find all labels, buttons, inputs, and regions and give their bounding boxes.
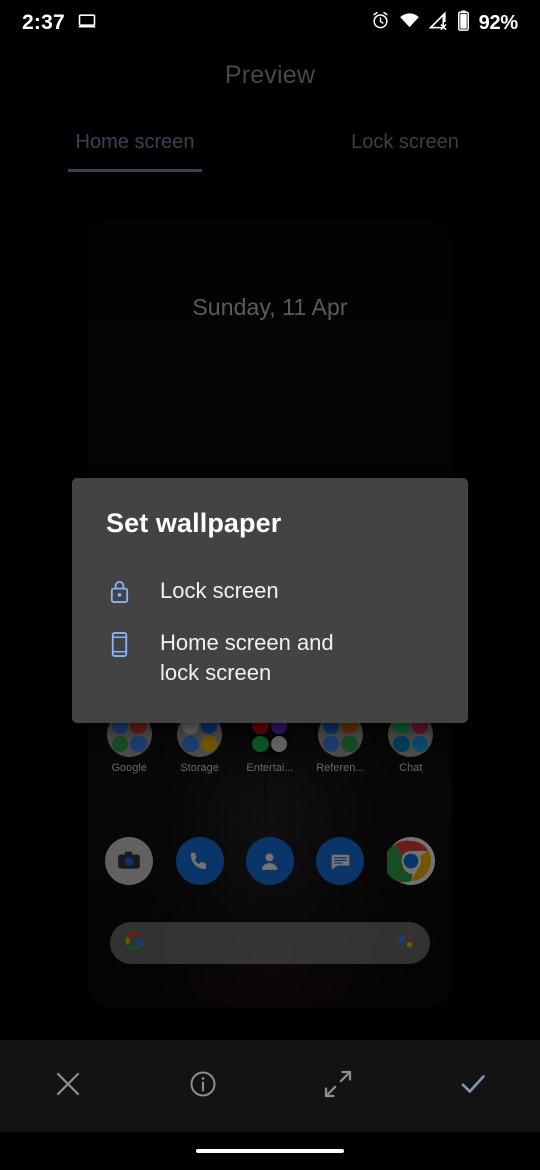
dialog-option-lock-screen[interactable]: Lock screen: [72, 565, 468, 617]
alarm-icon: [371, 11, 390, 35]
gesture-nav-bar: [0, 1132, 540, 1170]
dialog-option-label: Home screen and lock screen: [160, 630, 334, 685]
set-wallpaper-dialog: Set wallpaper Lock screen Home screen an…: [72, 478, 468, 723]
wifi-icon: [399, 11, 420, 35]
status-bar-right: 92%: [371, 10, 518, 36]
status-bar-left: 2:37: [22, 11, 97, 36]
nav-home-pill[interactable]: [196, 1149, 344, 1153]
phone-icon: [106, 628, 132, 658]
close-button[interactable]: [0, 1040, 135, 1132]
wallpaper-preview-screen: 2:37 92% Set wallpaper Lock screen Home …: [0, 0, 540, 1170]
info-button[interactable]: [135, 1040, 270, 1132]
signal-off-icon: [428, 11, 448, 35]
dialog-title: Set wallpaper: [106, 508, 282, 538]
info-icon: [188, 1069, 218, 1104]
battery-icon: [457, 10, 470, 36]
apply-button[interactable]: [405, 1040, 540, 1132]
status-clock: 2:37: [22, 11, 65, 34]
battery-percentage: 92%: [478, 11, 519, 34]
close-icon: [53, 1069, 83, 1104]
dialog-option-home-and-lock-screen[interactable]: Home screen and lock screen: [72, 617, 468, 699]
screen-cast-icon: [77, 11, 97, 36]
preview-bottom-toolbar: [0, 1040, 540, 1132]
status-bar: 2:37 92%: [0, 0, 540, 46]
dialog-option-label: Lock screen: [160, 578, 279, 603]
lock-icon: [106, 576, 132, 604]
expand-button[interactable]: [270, 1040, 405, 1132]
confirm-check-icon: [457, 1068, 489, 1105]
expand-icon: [322, 1068, 354, 1105]
